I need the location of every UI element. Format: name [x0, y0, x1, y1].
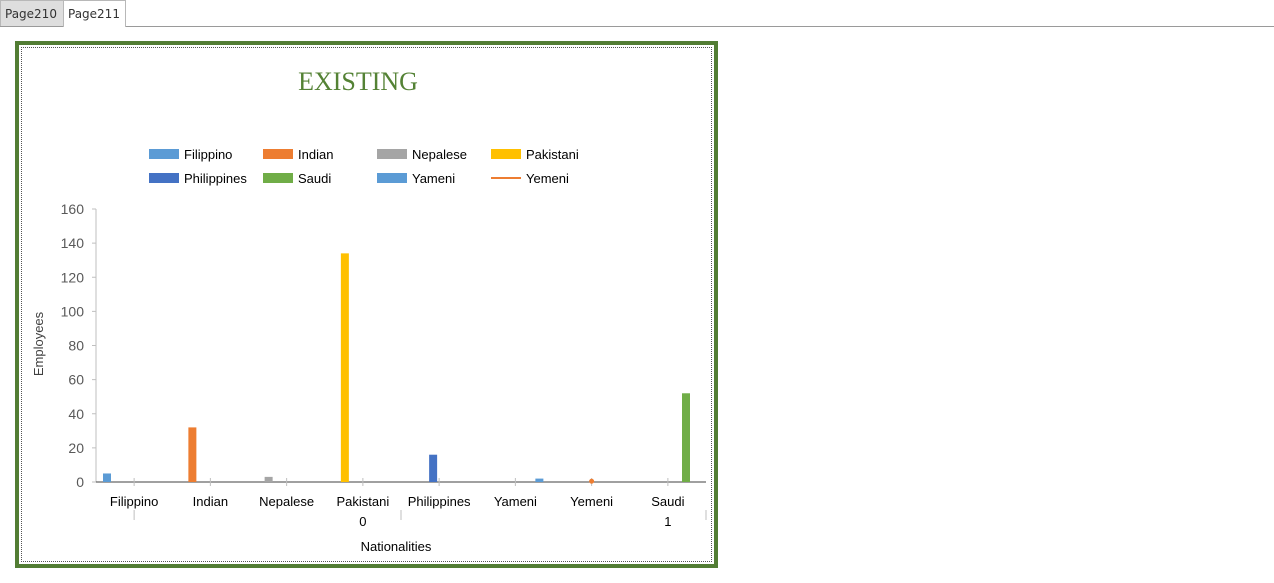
legend-swatch-pakistani: [491, 149, 521, 159]
y-axis-title: Employees: [31, 311, 46, 376]
legend-label-filippino: Filippino: [184, 147, 232, 162]
x-tick-label-yameni: Yameni: [494, 494, 537, 509]
legend-swatch-indian: [263, 149, 293, 159]
legend-label-saudi: Saudi: [298, 171, 331, 186]
legend-item-yemeni: Yemeni: [491, 171, 569, 186]
tab-page210[interactable]: Page210: [0, 0, 64, 26]
legend-item-philippines: Philippines: [149, 171, 247, 186]
legend-item-pakistani: Pakistani: [491, 147, 579, 162]
y-axis: 0 20 40 60 80 100 120 140 160: [61, 201, 97, 490]
sheet-tab-bar: Page210 Page211: [0, 0, 1274, 27]
y-tick-label: 160: [61, 201, 85, 217]
x-tick-label-nepalese: Nepalese: [259, 494, 314, 509]
legend-label-indian: Indian: [298, 147, 333, 162]
legend-label-yameni: Yameni: [412, 171, 455, 186]
legend-swatch-nepalese: [377, 149, 407, 159]
bar-philippines: [429, 454, 438, 482]
y-tick-label: 120: [61, 269, 85, 285]
bar-filippino: [103, 473, 111, 482]
y-tick-label: 80: [68, 338, 84, 354]
legend-item-nepalese: Nepalese: [377, 147, 467, 162]
chart-legend: Filippino Indian Nepalese Pakistani Philippi…: [149, 147, 579, 186]
x-tick-label-philippines: Philippines: [408, 494, 471, 509]
legend-item-saudi: Saudi: [263, 171, 331, 186]
y-tick-label: 40: [68, 406, 84, 422]
y-tick-label: 140: [61, 235, 85, 251]
x-tick-label-saudi: Saudi: [651, 494, 684, 509]
legend-item-indian: Indian: [263, 147, 333, 162]
x-group-label: 0: [359, 514, 366, 529]
bar-yameni: [535, 478, 544, 482]
legend-label-pakistani: Pakistani: [526, 147, 579, 162]
chart-title: EXISTING: [298, 67, 418, 96]
legend-swatch-saudi: [263, 173, 293, 183]
chart-frame: EXISTING Filippino Indian Nepalese Pakistan…: [15, 41, 718, 568]
bar-series: [103, 253, 690, 484]
legend-label-philippines: Philippines: [184, 171, 247, 186]
chart-svg: EXISTING Filippino Indian Nepalese Pakistan…: [31, 67, 707, 554]
legend-swatch-filippino: [149, 149, 179, 159]
bar-saudi: [682, 393, 690, 482]
bar-nepalese: [264, 476, 273, 482]
y-tick-label: 20: [68, 440, 84, 456]
legend-swatch-philippines: [149, 173, 179, 183]
y-tick-label: 60: [68, 372, 84, 388]
bar-pakistani: [340, 253, 349, 482]
marker-yemeni: [589, 478, 595, 484]
x-axis: Filippino Indian Nepalese Pakistani 0 Philipp…: [96, 478, 707, 529]
bar-indian: [188, 427, 197, 482]
tab-page211[interactable]: Page211: [63, 0, 126, 27]
x-axis-title: Nationalities: [361, 539, 432, 554]
x-tick-label-indian: Indian: [193, 494, 228, 509]
x-tick-label-yemeni: Yemeni: [570, 494, 613, 509]
legend-item-filippino: Filippino: [149, 147, 232, 162]
x-tick-label-filippino: Filippino: [110, 494, 158, 509]
legend-label-yemeni: Yemeni: [526, 171, 569, 186]
x-group-label: 1: [664, 514, 671, 529]
legend-item-yameni: Yameni: [377, 171, 455, 186]
legend-swatch-yameni: [377, 173, 407, 183]
y-tick-label: 0: [76, 474, 84, 490]
y-tick-label: 100: [61, 303, 85, 319]
legend-label-nepalese: Nepalese: [412, 147, 467, 162]
x-tick-label-pakistani: Pakistani: [337, 494, 390, 509]
